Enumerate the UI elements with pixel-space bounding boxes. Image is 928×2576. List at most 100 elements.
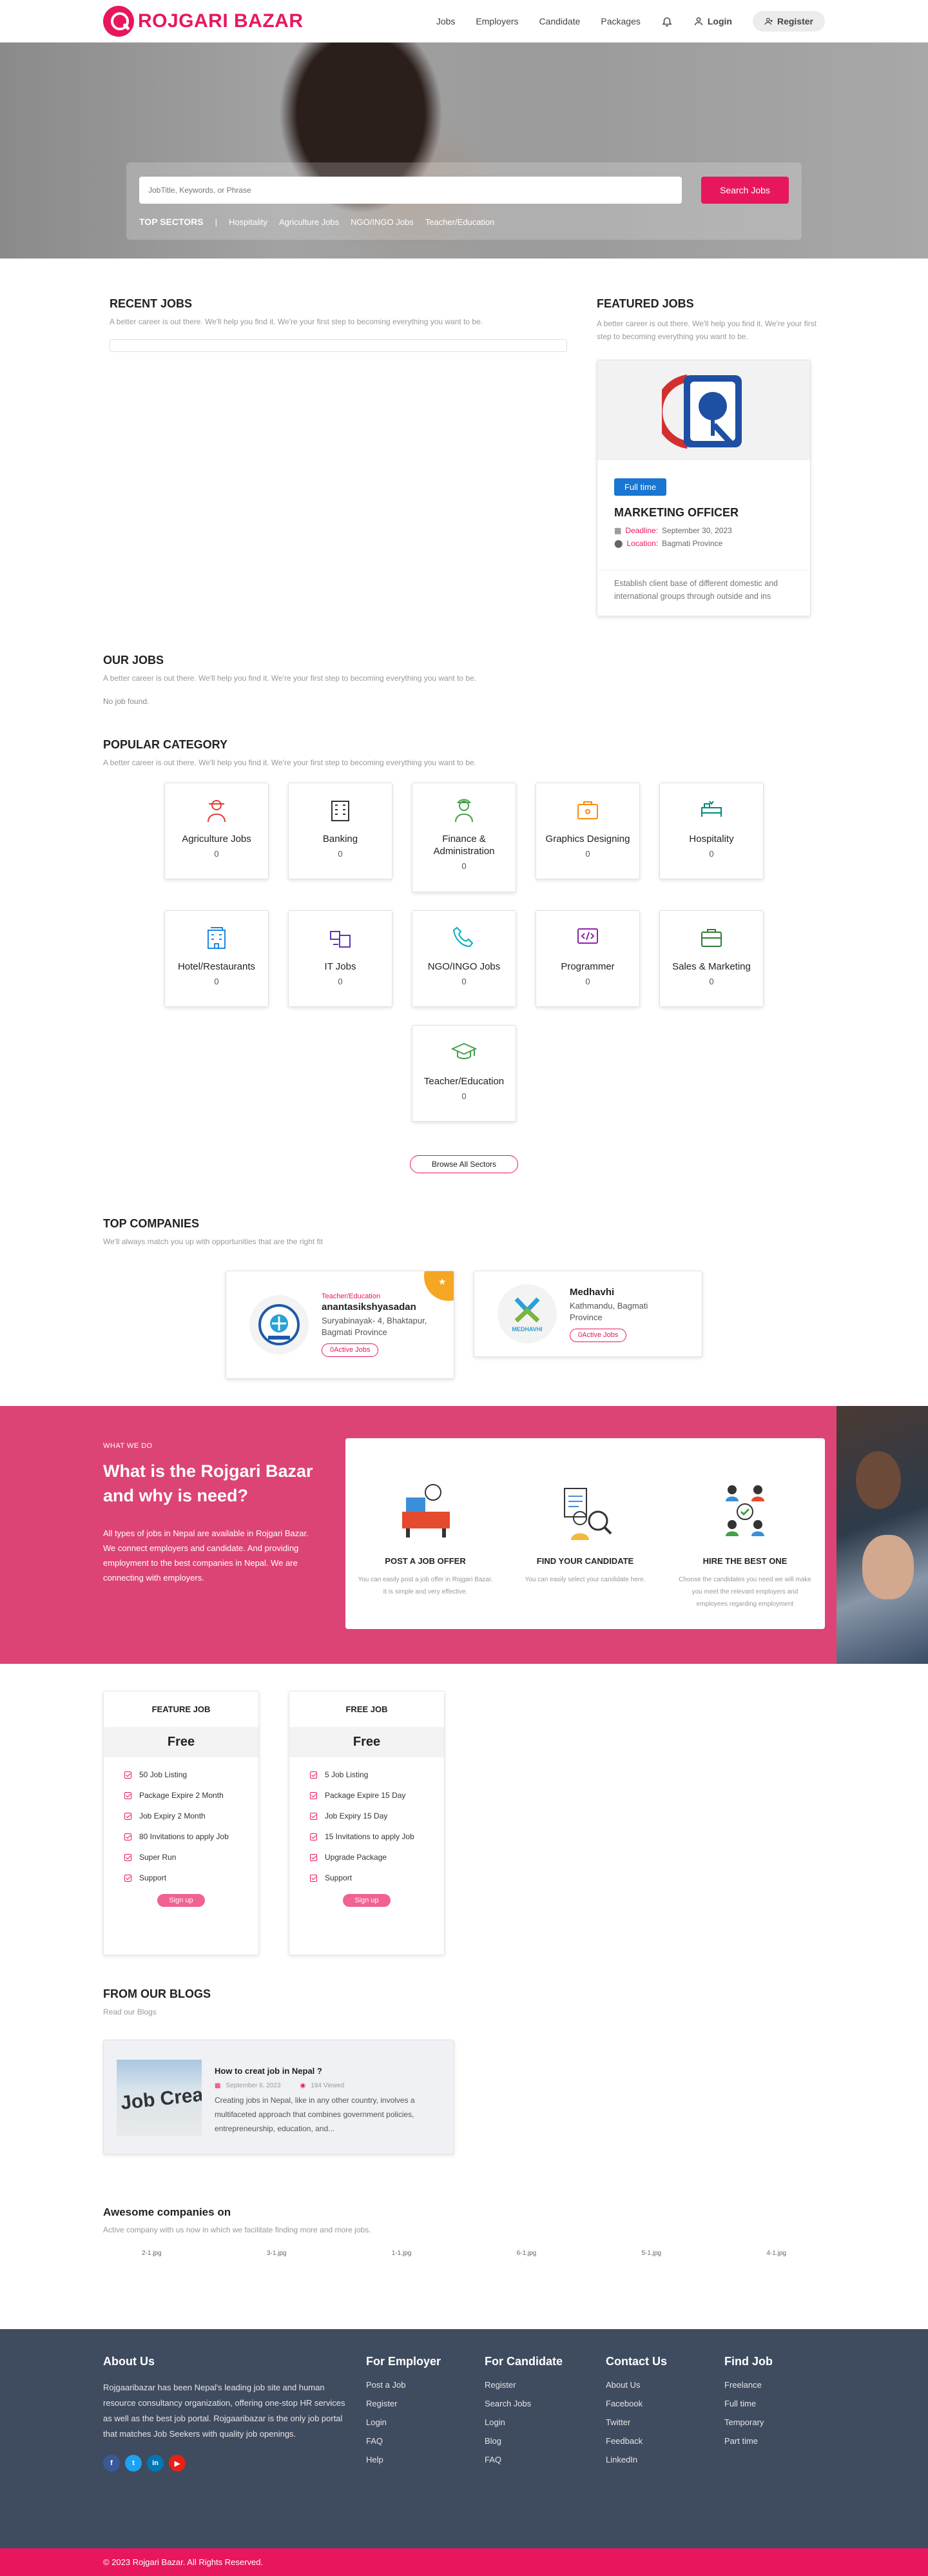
- blog-title[interactable]: How to creat job in Nepal ?: [215, 2066, 441, 2076]
- footer-link[interactable]: FAQ: [366, 2436, 485, 2446]
- nav-jobs[interactable]: Jobs: [436, 16, 456, 26]
- category-card-graphics[interactable]: Graphics Designing 0: [536, 783, 640, 879]
- sign-up-button[interactable]: Sign up: [343, 1894, 391, 1907]
- youtube-icon[interactable]: ▶: [169, 2455, 186, 2472]
- category-count: 0: [461, 861, 467, 871]
- company-logo-image[interactable]: 5-1.jpg: [642, 2250, 662, 2257]
- company-logo: [249, 1295, 309, 1354]
- recent-jobs-title: RECENT JOBS: [110, 297, 193, 310]
- school-emblem-icon: [258, 1304, 300, 1345]
- footer-link[interactable]: Register: [366, 2399, 485, 2408]
- category-card-finance[interactable]: Finance & Administration 0: [412, 783, 516, 892]
- category-card-hotel[interactable]: Hotel/Restaurants 0: [164, 910, 269, 1007]
- featured-job-title[interactable]: MARKETING OFFICER: [614, 506, 793, 520]
- eye-icon: ◉: [300, 2082, 306, 2089]
- twitter-icon[interactable]: t: [125, 2455, 142, 2472]
- footer-link[interactable]: FAQ: [485, 2455, 606, 2464]
- recent-jobs-section: RECENT JOBS A better career is out there…: [110, 297, 567, 616]
- company-name[interactable]: anantasikshyasadan: [322, 1302, 430, 1312]
- footer-link[interactable]: Login: [485, 2417, 606, 2427]
- nav-packages[interactable]: Packages: [601, 16, 640, 26]
- nav-employers[interactable]: Employers: [476, 16, 518, 26]
- category-card-it[interactable]: IT Jobs 0: [288, 910, 392, 1007]
- package-feature: 15 Invitations to apply Job: [310, 1832, 444, 1841]
- category-card-teacher[interactable]: Teacher/Education 0: [412, 1025, 516, 1122]
- category-count: 0: [585, 849, 590, 859]
- category-grid: Agriculture Jobs 0 Banking 0 Finance & A…: [103, 783, 825, 1122]
- footer-link[interactable]: Full time: [724, 2399, 773, 2408]
- job-search-input[interactable]: [139, 177, 682, 204]
- browse-all-sectors-button[interactable]: Browse All Sectors: [410, 1155, 518, 1173]
- blog-card[interactable]: Job Creat How to creat job in Nepal ? ▦ S…: [103, 2040, 454, 2154]
- our-jobs-subtitle: A better career is out there. We'll help…: [103, 674, 477, 683]
- company-logo-image[interactable]: 3-1.jpg: [267, 2250, 287, 2257]
- nav-candidate[interactable]: Candidate: [539, 16, 581, 26]
- blog-thumbnail-text: Job Creat: [119, 2083, 202, 2114]
- sector-link-ngo[interactable]: NGO/INGO Jobs: [351, 217, 414, 227]
- category-card-programmer[interactable]: Programmer 0: [536, 910, 640, 1007]
- sector-link-hospitality[interactable]: Hospitality: [229, 217, 267, 227]
- top-companies-title: TOP COMPANIES: [103, 1217, 200, 1230]
- sector-link-teacher[interactable]: Teacher/Education: [425, 217, 495, 227]
- footer-link[interactable]: Search Jobs: [485, 2399, 606, 2408]
- footer-link[interactable]: About Us: [606, 2380, 724, 2390]
- graduation-cap-icon: [450, 1042, 478, 1059]
- active-jobs-badge[interactable]: 0Active Jobs: [322, 1343, 379, 1357]
- category-card-ngo[interactable]: NGO/INGO Jobs 0: [412, 910, 516, 1007]
- company-logo-image[interactable]: 1-1.jpg: [392, 2250, 412, 2257]
- bell-icon[interactable]: [661, 15, 673, 28]
- facebook-icon[interactable]: f: [103, 2455, 120, 2472]
- sign-up-button[interactable]: Sign up: [157, 1894, 205, 1907]
- footer-employer: For Employer Post a Job Register Login F…: [366, 2355, 485, 2474]
- footer-link[interactable]: Part time: [724, 2436, 773, 2446]
- footer-link[interactable]: Login: [366, 2417, 485, 2427]
- footer-link[interactable]: Facebook: [606, 2399, 724, 2408]
- package-feature: 50 Job Listing: [124, 1770, 258, 1779]
- site-logo[interactable]: ROJGARI BAZAR: [103, 6, 304, 37]
- footer-link[interactable]: Register: [485, 2380, 606, 2390]
- company-logo-image[interactable]: 4-1.jpg: [766, 2250, 786, 2257]
- check-icon: [310, 1812, 317, 1820]
- sector-link-agriculture[interactable]: Agriculture Jobs: [279, 217, 339, 227]
- feature-text: Package Expire 2 Month: [139, 1791, 224, 1800]
- footer-link[interactable]: LinkedIn: [606, 2455, 724, 2464]
- medhavhi-logo-text: MEDHAVHI: [512, 1326, 542, 1332]
- category-card-banking[interactable]: Banking 0: [288, 783, 392, 879]
- active-jobs-badge[interactable]: 0Active Jobs: [570, 1329, 627, 1342]
- category-card-hospitality[interactable]: Hospitality 0: [659, 783, 764, 879]
- company-logo-image[interactable]: 6-1.jpg: [517, 2250, 537, 2257]
- featured-job-card[interactable]: Full time MARKETING OFFICER ▦ Deadline: …: [597, 360, 811, 616]
- company-logo-image[interactable]: 2-1.jpg: [142, 2250, 162, 2257]
- category-count: 0: [461, 977, 467, 986]
- search-jobs-button[interactable]: Search Jobs: [701, 177, 789, 204]
- company-address: Kathmandu, Bagmati Province: [570, 1301, 648, 1322]
- logo-magnifier-icon: [103, 6, 134, 37]
- footer-link[interactable]: Temporary: [724, 2417, 773, 2427]
- blogs-section: FROM OUR BLOGS Read our Blogs Job Creat …: [103, 1955, 825, 2154]
- category-card-agriculture[interactable]: Agriculture Jobs 0: [164, 783, 269, 879]
- company-card-anantasikshyasadan[interactable]: Teacher/Education anantasikshyasadan Sur…: [226, 1271, 454, 1379]
- package-feature: 80 Invitations to apply Job: [124, 1832, 258, 1841]
- hero-banner: Search Jobs TOP SECTORS | Hospitality Agr…: [0, 43, 928, 259]
- company-logos-strip: 2-1.jpg 3-1.jpg 1-1.jpg 6-1.jpg 5-1.jpg …: [103, 2250, 825, 2257]
- package-features: 50 Job Listing Package Expire 2 Month Jo…: [104, 1757, 258, 1882]
- footer-link[interactable]: Post a Job: [366, 2380, 485, 2390]
- linkedin-icon[interactable]: in: [147, 2455, 164, 2472]
- footer-find-title: Find Job: [724, 2355, 773, 2368]
- company-card-medhavhi[interactable]: MEDHAVHI Medhavhi Kathmandu, Bagmati Pro…: [474, 1271, 702, 1357]
- footer-link[interactable]: Blog: [485, 2436, 606, 2446]
- category-card-sales[interactable]: Sales & Marketing 0: [659, 910, 764, 1007]
- feature-text: 15 Invitations to apply Job: [325, 1832, 414, 1841]
- category-count: 0: [709, 849, 714, 859]
- top-companies-section: TOP COMPANIES We'll always match you up …: [103, 1173, 825, 1379]
- team-icon: [726, 1485, 764, 1536]
- footer-link[interactable]: Help: [366, 2455, 485, 2464]
- check-icon: [124, 1833, 131, 1840]
- register-button[interactable]: Register: [752, 11, 825, 32]
- footer-link[interactable]: Freelance: [724, 2380, 773, 2390]
- footer-link[interactable]: Feedback: [606, 2436, 724, 2446]
- package-feature: Upgrade Package: [310, 1853, 444, 1862]
- company-name[interactable]: Medhavhi: [570, 1287, 679, 1298]
- login-link[interactable]: Login: [693, 16, 732, 26]
- footer-link[interactable]: Twitter: [606, 2417, 724, 2427]
